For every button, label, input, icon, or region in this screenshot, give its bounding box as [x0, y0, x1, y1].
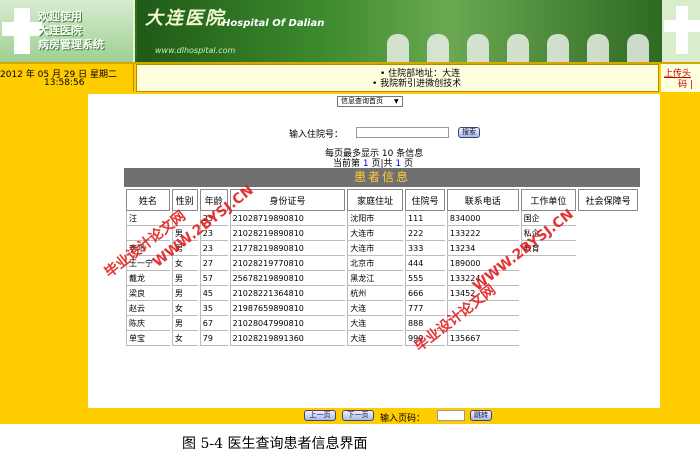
current-time: 13:58:56	[44, 78, 85, 88]
chevron-down-icon[interactable]: ▼	[394, 98, 399, 105]
table-cell: 北京市	[347, 256, 404, 271]
table-row: 梁良男 45 21028221364810 杭州 666 13452	[126, 286, 638, 301]
table-cell	[578, 241, 638, 256]
hospital-url: www.dlhospital.com	[155, 46, 236, 55]
table-cell: 大连	[347, 301, 404, 316]
table-cell: 女	[171, 256, 198, 271]
table-cell: 21028047990810	[229, 316, 346, 331]
table-cell: 23	[199, 241, 228, 256]
table-cell: 男	[171, 286, 198, 301]
page-number-label: 输入页码：	[380, 414, 426, 424]
hospital-logo-en: Hospital Of Dalian	[222, 18, 325, 29]
table-cell	[578, 211, 638, 226]
table-row: 陈庆男 67 21028047990810 大连 888	[126, 316, 638, 331]
ticker-item[interactable]: • 我院新引进微创技术	[372, 76, 461, 89]
welcome-line-3: 病房管理系统	[38, 38, 104, 51]
admission-number-input[interactable]	[356, 127, 449, 138]
page-number-input[interactable]	[437, 410, 465, 421]
table-cell	[578, 271, 638, 286]
table-cell: 21028719890810	[229, 211, 346, 226]
table-cell: 梁良	[126, 286, 170, 301]
col-header: 联系电话	[446, 189, 519, 211]
password-link[interactable]: 码 |	[678, 77, 693, 90]
table-cell: 777	[405, 301, 445, 316]
table-cell: 135667	[446, 331, 519, 346]
table-cell: 单宝	[126, 331, 170, 346]
table-cell: 21028219891360	[229, 331, 346, 346]
table-cell: 赵云	[126, 301, 170, 316]
table-row: 戴龙男 57 25678219890810 黑龙江 555 133224	[126, 271, 638, 286]
table-cell	[520, 331, 577, 346]
table-cell: 79	[199, 331, 228, 346]
table-cell	[520, 271, 577, 286]
table-cell: 21987659890810	[229, 301, 346, 316]
search-button[interactable]: 搜索	[458, 127, 480, 138]
table-cell: 男	[171, 271, 198, 286]
table-cell: 35	[199, 301, 228, 316]
table-cell: 女	[171, 331, 198, 346]
table-cell: 834000	[446, 211, 519, 226]
cross-icon-bar	[664, 20, 700, 32]
table-cell: 555	[405, 271, 445, 286]
table-cell	[578, 331, 638, 346]
table-cell: 沈阳市	[347, 211, 404, 226]
table-cell: 111	[405, 211, 445, 226]
patient-table-title: 患者信息	[124, 168, 640, 187]
table-cell: 67	[199, 316, 228, 331]
table-cell: 21028219890810	[229, 226, 346, 241]
jump-button[interactable]: 跳转	[470, 410, 492, 421]
table-cell: 333	[405, 241, 445, 256]
table-cell: 大连	[347, 316, 404, 331]
table-cell: 45	[199, 286, 228, 301]
col-header: 姓名	[126, 189, 170, 211]
table-cell: 大连	[347, 331, 404, 346]
table-cell	[578, 301, 638, 316]
table-cell	[578, 256, 638, 271]
table-cell: 666	[405, 286, 445, 301]
table-cell: 大连市	[347, 241, 404, 256]
table-cell	[578, 226, 638, 241]
col-header: 家庭住址	[347, 189, 404, 211]
table-cell	[520, 316, 577, 331]
table-cell: 25678219890810	[229, 271, 346, 286]
table-header-row: 姓名 性别 年龄 身份证号 家庭住址 住院号 联系电话 工作单位 社会保障号	[126, 189, 638, 211]
left-rail	[0, 94, 88, 412]
table-cell: 男	[171, 316, 198, 331]
col-header: 住院号	[405, 189, 445, 211]
hospital-logo-cn: 大连医院	[145, 8, 225, 29]
table-cell	[578, 316, 638, 331]
table-row: 赵云女 35 21987659890810 大连 777	[126, 301, 638, 316]
table-cell: 27	[199, 256, 228, 271]
table-row: 单宝女 79 21028219891360 大连 999 135667	[126, 331, 638, 346]
table-cell: 大连市	[347, 226, 404, 241]
table-cell	[520, 286, 577, 301]
next-page-button[interactable]: 下一页	[342, 410, 374, 421]
right-rail	[660, 94, 700, 412]
table-cell: 21028219770810	[229, 256, 346, 271]
table-cell: 21778219890810	[229, 241, 346, 256]
prev-page-button[interactable]: 上一页	[304, 410, 336, 421]
table-row: 王一宁女 27 21028219770810 北京市 444 189000	[126, 256, 638, 271]
figure-caption: 图 5-4 医生查询患者信息界面	[182, 436, 368, 452]
table-cell: 444	[405, 256, 445, 271]
col-header: 社会保障号	[578, 189, 638, 211]
table-cell	[520, 256, 577, 271]
table-cell: 戴龙	[126, 271, 170, 286]
table-cell: 黑龙江	[347, 271, 404, 286]
table-cell: 21028221364810	[229, 286, 346, 301]
search-label: 输入住院号：	[289, 130, 344, 140]
table-cell: 222	[405, 226, 445, 241]
red-cross-logo-bar	[2, 22, 42, 36]
table-cell	[520, 301, 577, 316]
table-cell: 57	[199, 271, 228, 286]
table-cell: 陈庆	[126, 316, 170, 331]
table-cell: 133222	[446, 226, 519, 241]
table-row: 李阳男 23 21778219890810 大连市 333 13234 教育	[126, 241, 638, 256]
table-cell: 女	[171, 301, 198, 316]
table-cell: 杭州	[347, 286, 404, 301]
table-cell	[578, 286, 638, 301]
